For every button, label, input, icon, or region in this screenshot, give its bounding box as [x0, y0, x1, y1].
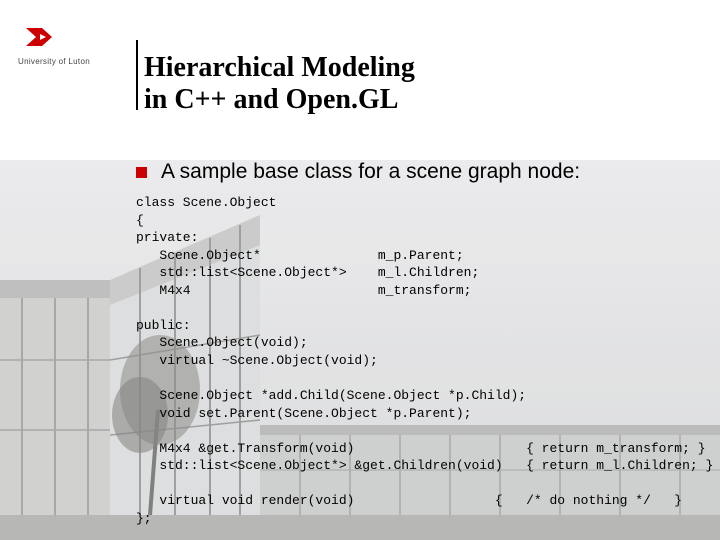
code-line: M4x4 m_transform; [136, 283, 471, 298]
code-line: virtual void render(void) { /* do nothin… [136, 493, 682, 508]
code-line: std::list<Scene.Object*> &get.Children(v… [136, 458, 713, 473]
logo-icon [24, 26, 54, 48]
code-line: M4x4 &get.Transform(void) { return m_tra… [136, 441, 706, 456]
code-line: Scene.Object(void); [136, 335, 308, 350]
slide-title: Hierarchical Modeling in C++ and Open.GL [144, 52, 415, 116]
bullet-icon [136, 167, 147, 178]
bullet-text: A sample base class for a scene graph no… [161, 160, 580, 184]
logo-text: University of Luton [18, 57, 128, 66]
code-line: std::list<Scene.Object*> m_l.Children; [136, 265, 479, 280]
title-line-2: in C++ and Open.GL [144, 84, 415, 116]
code-line: { [136, 213, 144, 228]
code-line: Scene.Object* m_p.Parent; [136, 248, 464, 263]
bullet-item: A sample base class for a scene graph no… [136, 160, 580, 184]
code-line: Scene.Object *add.Child(Scene.Object *p.… [136, 388, 526, 403]
logo: University of Luton [18, 26, 128, 86]
title-line-1: Hierarchical Modeling [144, 52, 415, 84]
code-line: class Scene.Object [136, 195, 276, 210]
code-line: private: [136, 230, 198, 245]
code-listing: class Scene.Object { private: Scene.Obje… [136, 194, 713, 527]
title-divider [136, 40, 138, 110]
code-line: }; [136, 511, 152, 526]
code-line: public: [136, 318, 191, 333]
code-line: virtual ~Scene.Object(void); [136, 353, 378, 368]
code-line: void set.Parent(Scene.Object *p.Parent); [136, 406, 471, 421]
